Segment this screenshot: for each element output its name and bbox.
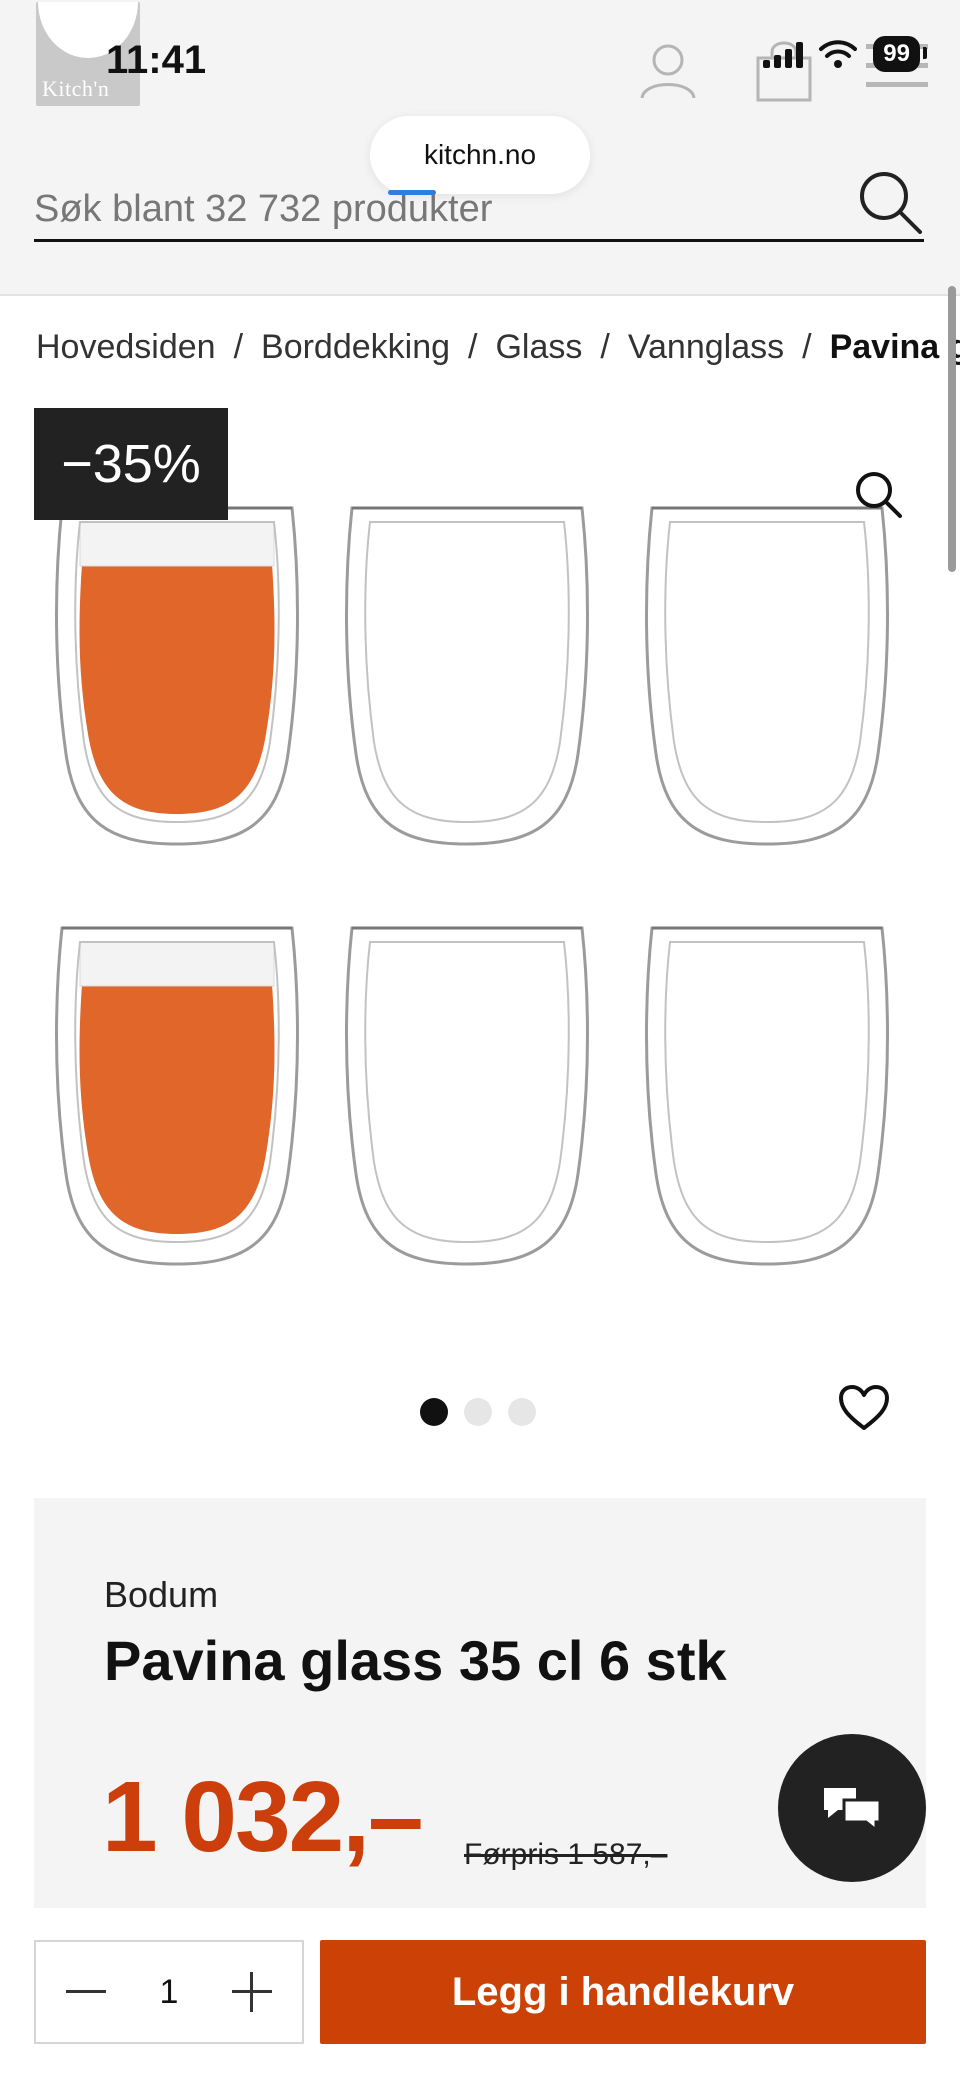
breadcrumb: Hovedsiden / Borddekking / Glass / Vanng… — [36, 328, 960, 367]
gallery-dot-1[interactable] — [420, 1398, 448, 1426]
breadcrumb-item-glass[interactable]: Glass — [495, 328, 582, 367]
cellular-signal-icon — [763, 40, 804, 68]
minus-icon — [66, 1990, 106, 1993]
product-image-gallery[interactable]: −35% — [34, 408, 926, 1308]
gallery-dot-3[interactable] — [508, 1398, 536, 1426]
add-to-cart-button[interactable]: Legg i handlekurv — [320, 1940, 926, 2044]
quantity-decrease-button[interactable] — [64, 1970, 108, 2014]
quantity-stepper: 1 — [34, 1940, 304, 2044]
plus-icon — [231, 1972, 272, 2012]
breadcrumb-current: Pavina glass 35 cl 6 stk — [829, 328, 960, 366]
system-status-icons: 99 — [763, 36, 927, 72]
breadcrumb-item-borddekking[interactable]: Borddekking — [261, 328, 450, 367]
zoom-icon[interactable] — [852, 468, 904, 520]
search-icon[interactable] — [856, 168, 926, 238]
breadcrumb-separator: / — [468, 328, 478, 366]
breadcrumb-separator: / — [600, 328, 610, 366]
chat-icon — [824, 1788, 882, 1834]
battery-indicator: 99 — [873, 36, 927, 72]
product-brand[interactable]: Bodum — [104, 1574, 218, 1616]
user-icon[interactable] — [636, 40, 700, 100]
breadcrumb-item-vannglass[interactable]: Vannglass — [628, 328, 784, 367]
product-old-price: Førpris 1 587,– — [464, 1838, 668, 1871]
page-scrollbar[interactable] — [948, 286, 956, 572]
breadcrumb-separator: / — [233, 328, 244, 366]
status-bar: Kitch'n 11:41 99 — [0, 0, 960, 110]
loading-indicator — [388, 190, 436, 195]
logo-text: Kitch'n — [42, 76, 110, 101]
breadcrumb-item-home[interactable]: Hovedsiden — [36, 328, 216, 367]
gallery-pagination — [420, 1398, 536, 1426]
quantity-increase-button[interactable] — [230, 1970, 274, 2014]
discount-badge: −35% — [34, 408, 228, 520]
gallery-dot-2[interactable] — [464, 1398, 492, 1426]
heart-icon[interactable] — [838, 1384, 890, 1432]
clock-time: 11:41 — [106, 38, 207, 82]
product-title: Pavina glass 35 cl 6 stk — [104, 1629, 727, 1692]
browser-url-pill[interactable]: kitchn.no — [370, 116, 590, 194]
product-price: 1 032,– — [102, 1761, 424, 1873]
chat-button[interactable] — [778, 1734, 926, 1882]
quantity-value[interactable]: 1 — [160, 1973, 179, 2012]
product-image — [55, 506, 889, 1266]
breadcrumb-separator: / — [802, 328, 812, 366]
wifi-icon — [819, 40, 858, 68]
